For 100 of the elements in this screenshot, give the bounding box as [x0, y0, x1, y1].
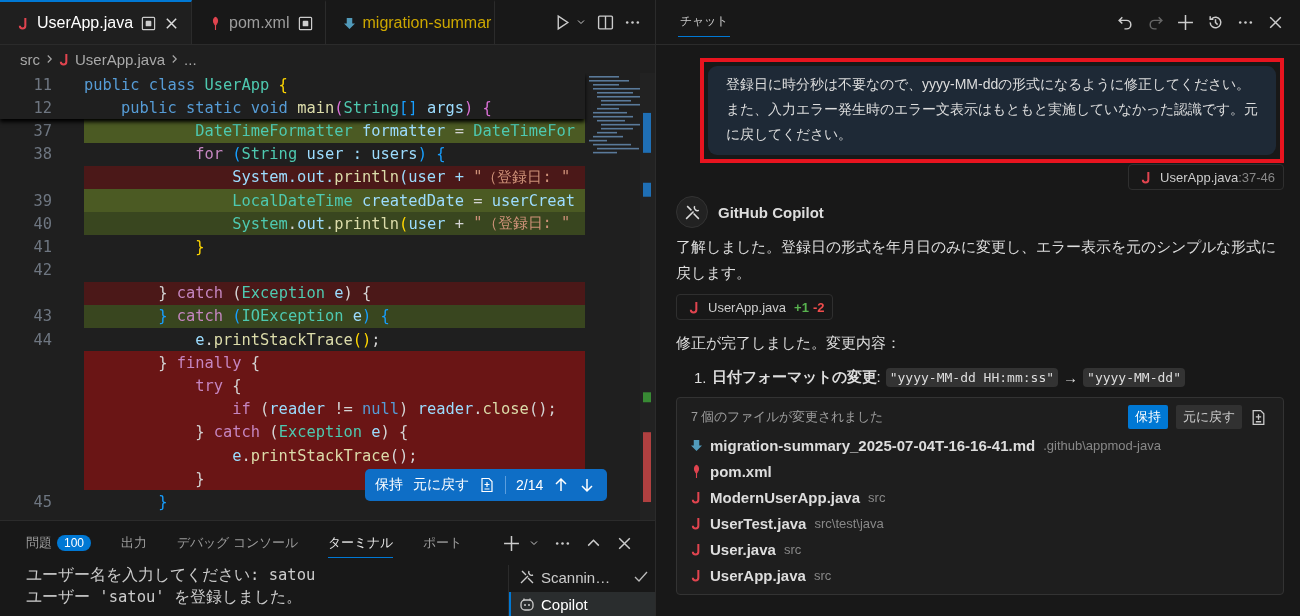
changed-file-row[interactable]: User.java src — [691, 536, 1267, 562]
changed-file-row[interactable]: ModernUserApp.java src — [691, 484, 1267, 510]
panel-tab[interactable]: デバッグ コンソール — [177, 528, 298, 558]
terminal-item[interactable]: Copilot — [509, 592, 655, 616]
file-path: src\test\java — [814, 515, 884, 531]
editor-tab[interactable]: pom.xml — [192, 0, 326, 44]
tab-label: 問題 — [26, 533, 52, 552]
reply-text: 了解しました。登録日の形式を年月日のみに変更し、エラー表示を元のシンプルな形式に戻します。 — [676, 238, 1277, 283]
changed-files-title: 7 個のファイルが変更されました — [691, 408, 884, 426]
change-heading: 日付フォーマットの変更: — [711, 368, 881, 387]
file-path: src — [813, 567, 832, 583]
add-icon[interactable] — [1177, 13, 1194, 31]
code-line: public static void main(String[] args) { — [120, 97, 493, 119]
tab-label: ターミナル — [327, 533, 393, 552]
code-line: } — [194, 236, 206, 258]
add-icon[interactable] — [503, 534, 520, 552]
terminal-name: Scannin… — [541, 568, 611, 586]
summary-text: 修正が完了しました。変更内容： — [676, 334, 902, 353]
java-file-icon — [59, 51, 70, 67]
file-name: migration-summary_2025-07-04T-16-16-41.md — [710, 436, 1036, 454]
removed-count: -2 — [812, 299, 825, 315]
line-number: 39 — [32, 191, 52, 210]
keep-button[interactable]: 保持 — [1128, 405, 1168, 429]
java-file-icon — [691, 567, 702, 583]
tab-label: デバッグ コンソール — [177, 533, 298, 552]
line-number: 44 — [32, 330, 52, 349]
changed-file-row[interactable]: pom.xml — [691, 458, 1267, 484]
tab-label: UserApp.java — [37, 14, 134, 32]
tab-label: pom.xml — [229, 14, 290, 32]
problem-count: 100 — [57, 534, 92, 551]
line-number: 38 — [32, 145, 52, 164]
added-count: +1 — [794, 299, 809, 315]
code-line: } — [157, 491, 169, 513]
breadcrumb-item[interactable]: UserApp.java — [75, 50, 166, 68]
editor-tab[interactable]: UserApp.java — [0, 0, 193, 44]
edited-file-chip[interactable]: UserApp.java +1 -2 — [676, 294, 834, 320]
line-number: 11 — [32, 75, 52, 94]
panel-tab[interactable]: ターミナル — [327, 528, 393, 558]
close-icon[interactable] — [164, 15, 180, 31]
history-icon[interactable] — [1207, 13, 1224, 31]
changed-file-row[interactable]: UserApp.java src — [691, 562, 1267, 588]
line-number: 41 — [32, 237, 52, 256]
tab-label: 出力 — [121, 533, 148, 552]
chat-tab[interactable]: チャット — [678, 7, 730, 37]
inline-code: "yyyy-MM-dd HH:mm:ss" — [885, 368, 1059, 387]
line-number: 45 — [32, 492, 52, 511]
chevron-icon — [170, 52, 180, 66]
tools-icon — [683, 203, 701, 221]
code-line: for (String user : users) { — [194, 144, 447, 166]
user-message: 登録日に時分秒は不要なので、yyyy-MM-ddの形式になるように修正してください。また、入力エラー発生時のエラー文表示はもともと実施していなかった認識です。元に戻してください。 — [708, 66, 1276, 155]
file-name: User.java — [710, 540, 776, 558]
changed-file-row[interactable]: migration-summary_2025-07-04T-16-16-41.md .github\appmod-java — [691, 432, 1267, 458]
panel-tab[interactable]: ポート — [422, 528, 462, 558]
terminal-line: ユーザー名を入力してください: satou — [26, 565, 317, 586]
feather-icon — [691, 463, 702, 479]
file-name: ModernUserApp.java — [710, 488, 861, 506]
file-path: .github\appmod-java — [1043, 437, 1161, 453]
file-reference-chip[interactable]: UserApp.java:37-46 — [1128, 164, 1284, 190]
assistant-name: GitHub Copilot — [718, 203, 824, 221]
file-path: src — [783, 541, 802, 557]
line-range: :37-46 — [1238, 169, 1275, 185]
terminal-line: ユーザー 'satou' を登録しました。 — [26, 587, 303, 608]
java-file-icon — [691, 541, 702, 557]
terminal-item[interactable]: Scannin… — [509, 565, 655, 589]
diff-file-icon[interactable] — [1250, 408, 1267, 426]
terminal-name: Copilot — [541, 595, 588, 613]
inline-code: "yyyy-MM-dd" — [1083, 368, 1185, 387]
chevron-icon — [45, 52, 54, 66]
tools-icon — [519, 569, 535, 585]
tab-label: migration-summar — [362, 14, 492, 32]
breadcrumb-item[interactable]: src — [20, 50, 40, 68]
change-counter: 2/14 — [516, 477, 544, 493]
keep-button[interactable]: 保持 — [375, 476, 403, 494]
down-arrow-icon — [691, 437, 702, 453]
panel-tab[interactable]: 問題 100 — [26, 528, 92, 558]
undo-button[interactable]: 元に戻す — [1176, 405, 1242, 429]
copilot-icon — [519, 596, 535, 612]
line-number: 40 — [32, 214, 52, 233]
code-line: e.printStackTrace(); — [194, 329, 382, 351]
file-path: src — [868, 489, 886, 505]
down-arrow-icon[interactable] — [579, 477, 596, 493]
undo-button[interactable]: 元に戻す — [413, 476, 469, 494]
diff-file-icon[interactable] — [479, 477, 495, 493]
split-editor-icon[interactable] — [597, 13, 614, 31]
file-name: UserApp.java — [710, 566, 806, 584]
panel-tab[interactable]: 出力 — [121, 528, 148, 558]
line-number: 42 — [32, 261, 52, 280]
changed-file-row[interactable]: UserTest.java src\test\java — [691, 510, 1267, 536]
down-arrow-icon — [343, 15, 355, 31]
line-number: 12 — [32, 98, 52, 117]
arrow-text: → — [1063, 369, 1079, 386]
java-file-icon — [18, 15, 29, 31]
line-number: 37 — [32, 121, 52, 140]
file-name: UserApp.java — [708, 299, 787, 315]
editor-tab[interactable]: migration-summar — [325, 0, 495, 44]
code-line: public class UserApp { — [84, 74, 289, 96]
java-file-icon — [689, 299, 700, 315]
list-number: 1. — [694, 369, 707, 386]
breadcrumb-item[interactable]: ... — [184, 50, 197, 68]
file-name: UserApp.java — [1160, 169, 1239, 185]
